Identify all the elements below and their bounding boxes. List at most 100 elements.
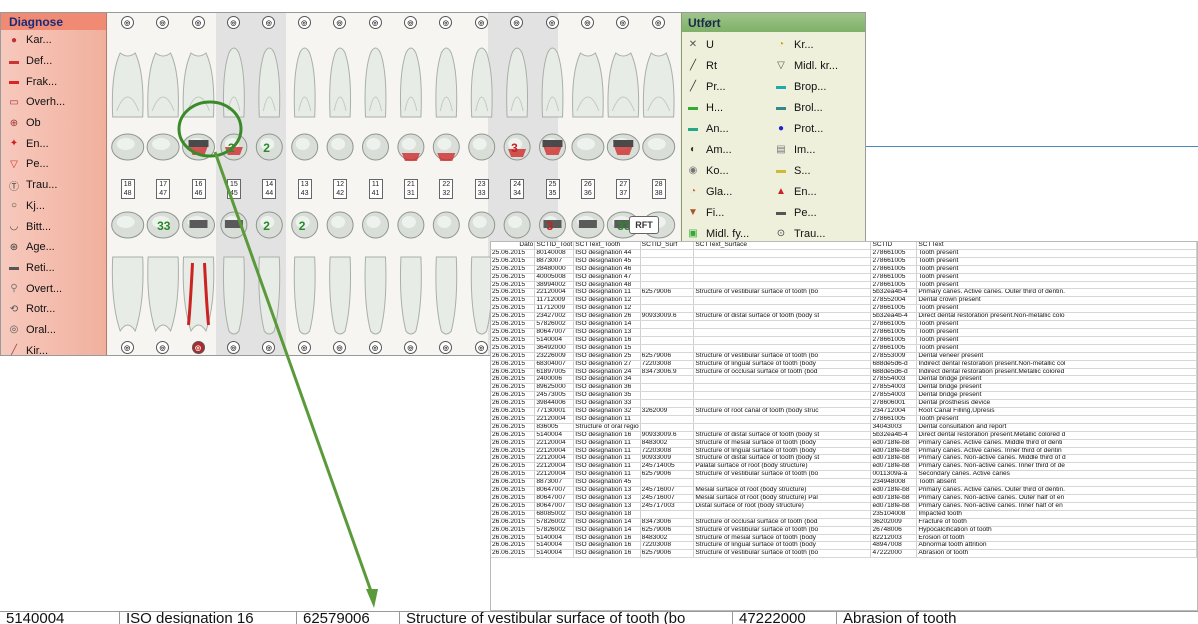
- table-cell[interactable]: Structure of occlusal surface of tooth (…: [693, 518, 872, 527]
- table-cell[interactable]: 8483002: [640, 439, 695, 448]
- diagnose-item[interactable]: ▽ Pe...: [1, 154, 106, 175]
- table-cell[interactable]: 80647007: [534, 494, 575, 503]
- table-cell[interactable]: Tooth present: [916, 249, 1197, 258]
- table-cell[interactable]: 34043003: [870, 423, 918, 432]
- table-cell[interactable]: Primary caries. Non-active caries. Inner…: [916, 462, 1197, 472]
- zoom-cell-scttext[interactable]: Abrasion of tooth: [837, 612, 1037, 624]
- utfort-item[interactable]: ▼ Fi...: [682, 202, 770, 223]
- diagnose-item[interactable]: Ⓣ Trau...: [1, 175, 106, 196]
- table-cell[interactable]: [693, 423, 872, 432]
- table-cell[interactable]: ISO designation 11: [573, 470, 641, 480]
- table-cell[interactable]: 68085002: [534, 510, 575, 519]
- tooth-number-box[interactable]: 26 36: [580, 179, 595, 199]
- table-cell[interactable]: [693, 383, 872, 393]
- table-cell[interactable]: [640, 415, 695, 424]
- table-cell[interactable]: 26.06.2015: [491, 391, 536, 401]
- tooth-selector-top[interactable]: ◎: [297, 16, 311, 29]
- table-cell[interactable]: ISO designation 16: [573, 549, 641, 559]
- table-cell[interactable]: 278553009: [870, 352, 918, 361]
- table-cell[interactable]: Structure of distal surface of tooth (bo…: [693, 454, 872, 464]
- tooth-number-box[interactable]: 24 34: [510, 179, 525, 199]
- utfort-item[interactable]: ✕ U: [682, 34, 770, 55]
- table-cell[interactable]: 25.06.2015: [491, 304, 536, 314]
- diagnose-item[interactable]: ✦ En...: [1, 133, 106, 154]
- table-cell[interactable]: 278554003: [870, 375, 918, 385]
- table-cell[interactable]: ISO designation 12: [573, 296, 641, 306]
- table-cell[interactable]: Erosion of tooth: [916, 534, 1197, 543]
- table-cell[interactable]: [693, 273, 872, 282]
- table-cell[interactable]: [693, 304, 872, 314]
- table-cell[interactable]: 278661005: [870, 344, 918, 353]
- table-cell[interactable]: 72203008: [640, 360, 695, 369]
- diagnose-item[interactable]: ◡ Bitt...: [1, 216, 106, 237]
- table-cell[interactable]: 278606001: [870, 399, 918, 409]
- table-cell[interactable]: 77130001: [534, 407, 575, 416]
- table-cell[interactable]: ISO designation 13: [573, 328, 641, 337]
- table-cell[interactable]: Tooth absent: [916, 478, 1197, 488]
- table-row[interactable]: 26.06.2015 22120004 ISO designation 11 6257…: [491, 470, 1197, 480]
- table-cell[interactable]: Root Canal Filling,Upresis: [916, 407, 1197, 416]
- table-cell[interactable]: 25.06.2015: [491, 281, 536, 290]
- table-cell[interactable]: 83473006.9: [640, 368, 695, 377]
- utfort-item[interactable]: ▬ Brol...: [770, 97, 865, 118]
- table-cell[interactable]: ISO designation 32: [573, 407, 641, 416]
- table-cell[interactable]: 5b32ea4b-4: [870, 288, 918, 298]
- table-cell[interactable]: 5140004: [534, 431, 575, 440]
- tooth-number-box[interactable]: 23 33: [474, 179, 489, 199]
- table-cell[interactable]: [640, 320, 695, 329]
- utfort-item[interactable]: ▬ Brop...: [770, 76, 865, 97]
- diagnose-item[interactable]: ⚲ Overt...: [1, 278, 106, 299]
- table-cell[interactable]: 278661005: [870, 336, 918, 345]
- table-cell[interactable]: Tooth present: [916, 320, 1197, 329]
- utfort-item[interactable]: ╱ Pr...: [682, 76, 770, 97]
- table-cell[interactable]: ISO designation 16: [573, 336, 641, 345]
- table-cell[interactable]: 26748006: [870, 526, 918, 535]
- table-cell[interactable]: [640, 391, 695, 401]
- table-cell[interactable]: 26.06.2015: [491, 454, 536, 464]
- table-cell[interactable]: Dental crown present: [916, 296, 1197, 306]
- diagnose-item[interactable]: ⊕ Ob: [1, 113, 106, 134]
- table-cell[interactable]: ISO designation 14: [573, 320, 641, 329]
- table-cell[interactable]: Dental bridge present: [916, 391, 1197, 401]
- table-cell[interactable]: Structure of mesial surface of tooth (bo…: [693, 534, 872, 543]
- table-cell[interactable]: [693, 281, 872, 290]
- tooth-selector-top[interactable]: ◎: [403, 16, 417, 29]
- diagnose-item[interactable]: ◎ Oral...: [1, 320, 106, 341]
- table-cell[interactable]: 25.06.2015: [491, 257, 536, 266]
- table-cell[interactable]: ISO designation 13: [573, 494, 641, 503]
- table-cell[interactable]: 688de5d6-d: [870, 360, 918, 369]
- table-cell[interactable]: ISO designation 14: [573, 518, 641, 527]
- tooth-selector-top[interactable]: ◎: [156, 16, 170, 29]
- table-row[interactable]: 25.06.2015 28480000 ISO designation 46 2786…: [491, 265, 1197, 274]
- table-cell[interactable]: 26.06.2015: [491, 439, 536, 448]
- zoom-cell-tooth-id[interactable]: 5140004: [0, 612, 120, 624]
- table-cell[interactable]: ISO designation 24: [573, 368, 641, 377]
- table-cell[interactable]: [640, 478, 695, 488]
- table-cell[interactable]: 25.06.2015: [491, 336, 536, 345]
- table-cell[interactable]: 278554003: [870, 383, 918, 393]
- table-cell[interactable]: Indirect dental restoration present.Non-…: [916, 360, 1197, 369]
- table-cell[interactable]: 26.06.2015: [491, 510, 536, 519]
- table-cell[interactable]: 5b32ea4b-4: [870, 431, 918, 440]
- table-cell[interactable]: 234712004: [870, 407, 918, 416]
- table-cell[interactable]: 25.06.2015: [491, 320, 536, 329]
- table-cell[interactable]: ISO designation 11: [573, 462, 641, 472]
- table-cell[interactable]: [640, 249, 695, 258]
- table-cell[interactable]: Tooth present: [916, 328, 1197, 337]
- utfort-item[interactable]: ● Prot...: [770, 118, 865, 139]
- column-header[interactable]: SCTText_Tooth: [573, 242, 641, 250]
- tooth-number-box[interactable]: 12 42: [333, 179, 348, 199]
- table-cell[interactable]: Tooth present: [916, 415, 1197, 424]
- table-cell[interactable]: 80647007: [534, 328, 575, 337]
- table-cell[interactable]: 25.06.2015: [491, 288, 536, 298]
- table-cell[interactable]: 836005: [534, 423, 575, 432]
- utfort-item[interactable]: ◔ Gla...: [682, 181, 770, 202]
- table-cell[interactable]: 26.06.2015: [491, 447, 536, 456]
- table-cell[interactable]: 11712009: [534, 304, 575, 314]
- table-cell[interactable]: Structure of vestibular surface of tooth…: [693, 352, 872, 361]
- table-cell[interactable]: Tooth present: [916, 265, 1197, 274]
- zoom-cell-surface-text[interactable]: Structure of vestibular surface of tooth…: [400, 612, 733, 624]
- table-cell[interactable]: 8873007: [534, 257, 575, 266]
- table-cell[interactable]: [640, 375, 695, 385]
- table-cell[interactable]: 5140004: [534, 534, 575, 543]
